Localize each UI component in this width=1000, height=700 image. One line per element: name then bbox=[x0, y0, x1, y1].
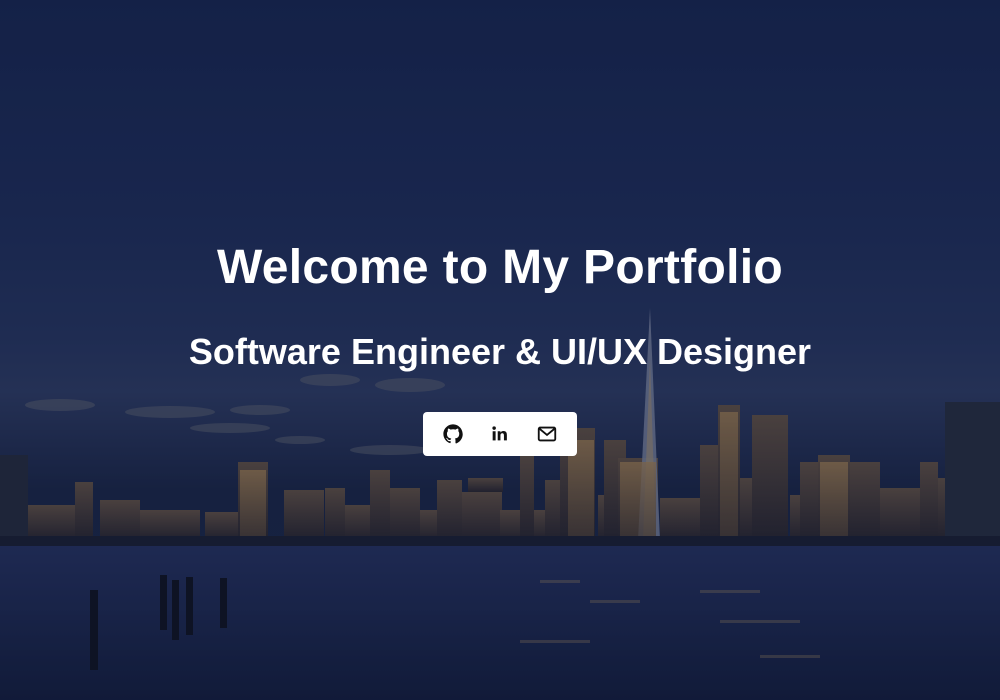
page-title: Welcome to My Portfolio bbox=[216, 241, 784, 294]
mail-icon bbox=[536, 423, 558, 445]
social-links-bar bbox=[423, 412, 577, 456]
hero-section: Welcome to My Portfolio Software Enginee… bbox=[0, 0, 1000, 700]
hero-content: Welcome to My Portfolio Software Enginee… bbox=[0, 0, 1000, 700]
linkedin-icon bbox=[489, 423, 511, 445]
github-icon bbox=[442, 423, 464, 445]
email-link[interactable] bbox=[529, 416, 565, 452]
linkedin-link[interactable] bbox=[482, 416, 518, 452]
page-subtitle: Software Engineer & UI/UX Designer bbox=[188, 331, 812, 372]
github-link[interactable] bbox=[435, 416, 471, 452]
